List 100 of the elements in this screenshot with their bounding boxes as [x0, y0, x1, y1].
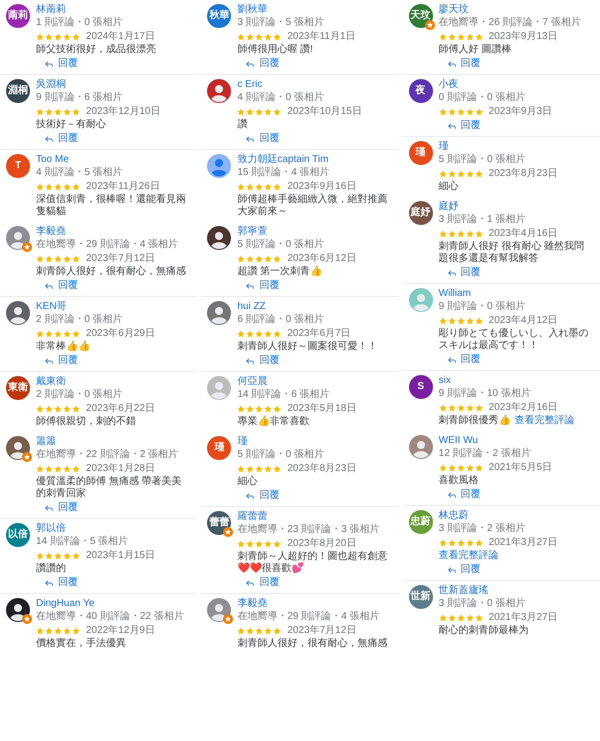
reply-button[interactable]: 回覆: [44, 577, 78, 589]
review-date: 2023年6月12日: [287, 253, 356, 265]
reviewer-meta: 在地嚮導・40 則評論・22 張相片: [36, 611, 184, 623]
reply-button[interactable]: 回覆: [446, 489, 481, 501]
reply-button[interactable]: 回覆: [245, 355, 280, 367]
review-text: 超讚 第一次刺青👍: [237, 266, 322, 278]
reviewer-name[interactable]: DingHuan Ye: [36, 598, 184, 610]
reviewer-meta: 2 則評論・0 張相片: [36, 314, 124, 326]
avatar: 萳莉: [6, 4, 30, 28]
review-text: 刺青師～人超好的！圖也超有創意❤❤很喜歡💕: [237, 551, 388, 575]
reviewer-name[interactable]: 郭寧萱: [237, 226, 356, 238]
reply-icon: [446, 490, 457, 500]
reply-button[interactable]: 回覆: [245, 490, 280, 502]
avatar: 忠蔚: [408, 510, 433, 534]
reply-icon: [446, 355, 457, 365]
reviewer-name[interactable]: hui ZZ: [237, 301, 378, 313]
reviewer-meta: 6 則評論・0 張相片: [237, 314, 326, 326]
reply-button[interactable]: 回覆: [446, 120, 481, 132]
review-text: 刺青師人很好，很有耐心，無痛感: [237, 638, 388, 650]
reviewer-meta: 1 則評論・0 張相片: [36, 17, 124, 29]
reply-icon: [44, 281, 54, 291]
reviewer-meta: 在地嚮導・29 則評論・4 張相片: [237, 611, 381, 623]
review-date: 2021年3月27日: [488, 612, 558, 624]
reply-icon: [446, 565, 457, 575]
reviewer-name[interactable]: 林萳莉: [36, 4, 156, 16]
reviewer-name[interactable]: 世新蓋廬瑤: [438, 585, 558, 597]
avatar: 世新: [408, 585, 433, 609]
reviewer-name[interactable]: 羅蕾蕾: [237, 511, 393, 523]
reply-button[interactable]: 回覆: [446, 267, 481, 279]
reviewer-name[interactable]: 林忠蔚: [438, 510, 558, 522]
review-text: 價格實在，手法優異: [36, 638, 126, 650]
reviewer-meta: 3 則評論・1 張相片: [438, 214, 526, 226]
reply-icon: [446, 268, 457, 278]
reply-button[interactable]: 回覆: [446, 564, 481, 576]
reply-button[interactable]: 回覆: [245, 58, 280, 70]
reviewer-name[interactable]: WEII Wu: [438, 435, 552, 447]
reply-button[interactable]: 回覆: [245, 133, 280, 145]
review-date: 2023年9月3日: [488, 106, 552, 118]
review-text: 讚讚的: [36, 563, 66, 575]
reply-icon: [44, 134, 54, 144]
reviewer-name[interactable]: 戴東衛: [36, 376, 155, 388]
reviewer-name[interactable]: Too Me: [36, 154, 192, 166]
reply-button[interactable]: 回覆: [44, 355, 78, 367]
review-date: 2023年9月13日: [488, 31, 558, 43]
review-date: 2023年6月29日: [86, 328, 155, 340]
review-text: 師傅超棒手藝細緻入微，絕對推薦大家前來～: [237, 194, 388, 218]
review-date: 2023年11月1日: [287, 31, 356, 43]
reply-button[interactable]: 回覆: [44, 280, 78, 292]
reviewer-name[interactable]: 廖天玟: [438, 4, 581, 16]
reviewer-meta: 15 則評論・4 張相片: [237, 167, 331, 179]
reviewer-name[interactable]: KEN哥: [36, 301, 155, 313]
reviewer-name[interactable]: 瑾: [438, 141, 558, 153]
review-date: 2023年7月12日: [86, 253, 155, 265]
reviewer-meta: 3 則評論・2 張相片: [438, 523, 526, 535]
reviewer-meta: 12 則評論・2 張相片: [438, 448, 532, 460]
review-date: 2021年3月27日: [488, 537, 558, 549]
reviewer-meta: 在地嚮導・29 則評論・4 張相片: [36, 239, 180, 251]
review-date: 2022年12月9日: [86, 625, 155, 637]
reply-button[interactable]: 回覆: [245, 577, 280, 589]
review-date: 2023年4月16日: [488, 228, 558, 240]
reviewer-name[interactable]: 簫簫: [36, 436, 192, 448]
reviewer-name[interactable]: 郭以倍: [36, 523, 155, 535]
reviewer-name[interactable]: 劉秋華: [237, 4, 356, 16]
reviewer-name[interactable]: 何亞晨: [237, 376, 356, 388]
avatar: 東衛: [6, 376, 30, 400]
reply-icon: [245, 281, 256, 291]
review-text: 喜歡風格: [438, 475, 479, 487]
reviewer-name[interactable]: 李毅堯: [237, 598, 388, 610]
reviewer-name[interactable]: 庭妤: [438, 201, 594, 213]
reply-button[interactable]: 回覆: [44, 133, 78, 145]
reply-button[interactable]: 回覆: [245, 280, 280, 292]
reviewer-name[interactable]: William: [438, 288, 594, 300]
review-text: 非常棒👍👍: [36, 341, 90, 353]
reviewer-name[interactable]: six: [438, 375, 575, 387]
full-review-link[interactable]: 查看完整評論: [514, 415, 575, 427]
reviewer-meta: 2 則評論・0 張相片: [36, 389, 124, 401]
reply-icon: [446, 59, 457, 69]
reply-button[interactable]: 回覆: [44, 58, 78, 70]
reviewer-name[interactable]: 李毅堯: [36, 226, 186, 238]
reviewer-name[interactable]: c Eric: [237, 79, 362, 91]
reply-icon: [44, 356, 54, 366]
review-text: 師父技術很好，成品很漂亮: [36, 44, 156, 56]
review-date: 2023年10月15日: [287, 106, 362, 118]
review-date: 2023年2月16日: [488, 402, 558, 414]
reviewer-meta: 4 則評論・0 張相片: [237, 92, 326, 104]
review-text: 刺青師人很好 很有耐心 雖然我問題很多還是有幫我解答: [438, 241, 586, 265]
reviewer-name[interactable]: 小夜: [438, 79, 552, 91]
reviewer-meta: 在地嚮導・26 則評論・7 張相片: [438, 17, 581, 29]
reviewer-name[interactable]: 瑾: [237, 436, 356, 448]
review-date: 2023年9月16日: [287, 181, 356, 193]
full-review-link[interactable]: 查看完整評論: [438, 550, 499, 562]
review-text: 刺青師人很好，很有耐心，無痛感: [36, 266, 186, 278]
reply-button[interactable]: 回覆: [44, 502, 78, 514]
avatar: 瑾: [408, 141, 433, 165]
reply-button[interactable]: 回覆: [446, 354, 481, 366]
reviewer-name[interactable]: 致力朝廷captain Tim: [237, 154, 393, 166]
reviewer-meta: 3 則評論・5 張相片: [237, 17, 326, 29]
reviewer-name[interactable]: 吳淵桐: [36, 79, 160, 91]
review-text: 細心: [237, 476, 258, 488]
reply-button[interactable]: 回覆: [446, 58, 481, 70]
